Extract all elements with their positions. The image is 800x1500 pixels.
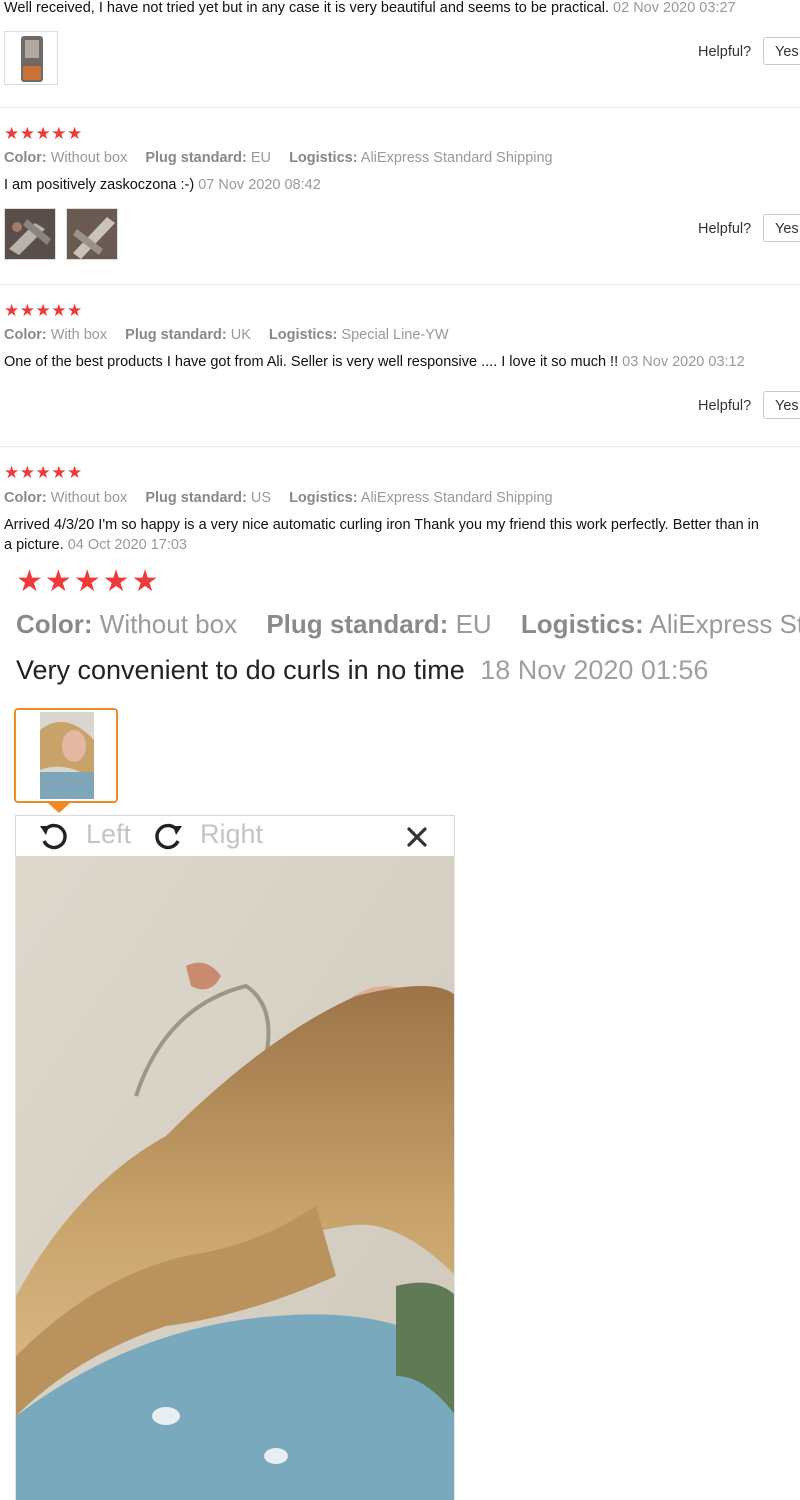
review-attributes: Color: With box Plug standard: UK Logist… [4,327,449,343]
review-text-line-2: a picture. 04 Oct 2020 17:03 [4,537,187,553]
review-divider [0,446,800,447]
helpful-label: Helpful? [698,398,752,414]
review-body: Well received, I have not tried yet but … [4,0,610,16]
rating-stars: ★★★★★ [4,301,83,320]
rating-stars: ★★★★★ [16,565,161,598]
rating-stars: ★★★★★ [4,124,83,143]
review-text: Well received, I have not tried yet but … [4,0,736,16]
logistics-value: AliExpress Standard Shipping [360,150,553,166]
review-date: 03 Nov 2020 03:12 [622,354,745,370]
review-attributes: Color: Without box Plug standard: US Log… [4,490,553,506]
review-photo [16,710,116,801]
review-attributes: Color: Without box Plug standard: EU Log… [16,609,800,640]
review-body: One of the best products I have got from… [4,354,619,370]
plug-label: Plug standard: [266,609,449,639]
photo-viewer-toolbar: Left Right [15,815,455,857]
rotate-left-icon[interactable] [38,821,70,858]
review-text-line-1: Arrived 4/3/20 I'm so happy is a very ni… [4,517,759,533]
rotate-left-button[interactable]: Left [86,819,131,850]
logistics-label: Logistics: [289,490,358,506]
review-photo-thumbnail[interactable] [66,208,118,260]
review-text: I am positively zaskoczona :-) 07 Nov 20… [4,177,321,193]
color-value: Without box [99,609,238,639]
plug-value: EU [455,609,492,639]
plug-label: Plug standard: [125,327,227,343]
selected-photo-thumbnail[interactable] [14,708,118,803]
plug-label: Plug standard: [145,150,247,166]
review-photo [16,856,454,1500]
review-photo-thumbnail[interactable] [4,31,58,85]
color-value: Without box [50,150,128,166]
plug-value: US [250,490,272,506]
helpful-yes-button[interactable]: Yes [763,37,800,65]
review-divider [0,284,800,285]
review-photo [5,32,57,84]
review-photo-large [15,856,455,1500]
plug-value: UK [230,327,251,343]
rotate-right-button[interactable]: Right [200,819,263,850]
color-value: Without box [50,490,128,506]
helpful-label: Helpful? [698,221,752,237]
plug-value: EU [250,150,272,166]
review-date: 18 Nov 2020 01:56 [480,655,709,685]
color-label: Color: [16,609,93,639]
review-date: 07 Nov 2020 08:42 [198,177,321,193]
logistics-label: Logistics: [289,150,358,166]
logistics-value: AliExpress Standard Shipping [360,490,553,506]
review-text: One of the best products I have got from… [4,354,745,370]
review-text: Very convenient to do curls in no time 1… [16,655,708,686]
review-photo-thumbnail[interactable] [4,208,56,260]
review-body: a picture. [4,537,64,553]
review-divider [0,107,800,108]
helpful-yes-button[interactable]: Yes [763,391,800,419]
plug-label: Plug standard: [145,490,247,506]
logistics-value: AliExpress St [649,609,800,639]
helpful-label: Helpful? [698,44,752,60]
review-date: 02 Nov 2020 03:27 [613,0,736,16]
close-icon[interactable] [406,826,428,853]
review-date: 04 Oct 2020 17:03 [67,537,188,553]
logistics-label: Logistics: [520,609,644,639]
review-photo [5,209,55,259]
helpful-yes-button[interactable]: Yes [763,214,800,242]
logistics-value: Special Line-YW [341,327,449,343]
color-label: Color: [4,490,47,506]
color-label: Color: [4,327,47,343]
color-label: Color: [4,150,47,166]
logistics-label: Logistics: [268,327,338,343]
rotate-right-icon[interactable] [152,821,184,858]
review-body: I am positively zaskoczona :-) [4,177,195,193]
review-attributes: Color: Without box Plug standard: EU Log… [4,150,553,166]
review-photo [67,209,117,259]
review-body: Very convenient to do curls in no time [16,655,465,685]
color-value: With box [50,327,108,343]
thumbnail-pointer [48,803,70,813]
rating-stars: ★★★★★ [4,463,83,482]
